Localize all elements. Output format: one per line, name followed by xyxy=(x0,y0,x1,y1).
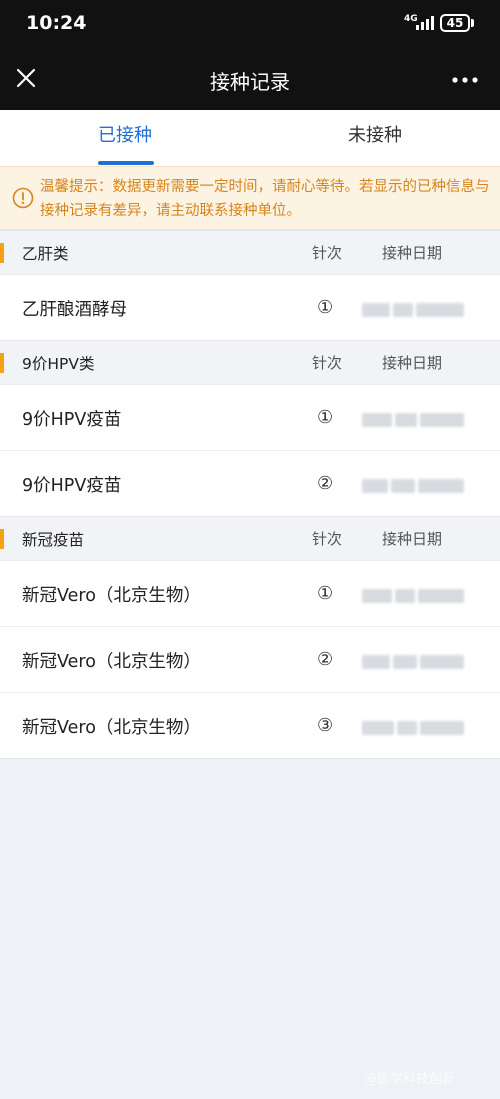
dose-number: ③ xyxy=(317,715,334,736)
column-dose-label: 针次 xyxy=(312,354,343,372)
nav-bar: 接种记录 xyxy=(0,50,500,110)
signal-icon xyxy=(416,16,436,30)
list-item[interactable]: 9价HPV疫苗 ② xyxy=(0,450,500,516)
column-dose-label: 针次 xyxy=(312,530,343,548)
battery-level: 45 xyxy=(446,16,464,30)
list-item[interactable]: 新冠Vero（北京生物） ③ xyxy=(0,692,500,758)
section-header-covid: 新冠疫苗 针次 接种日期 xyxy=(0,516,500,560)
section-marker xyxy=(0,529,4,549)
battery-icon: 45 xyxy=(440,14,470,32)
column-date-label: 接种日期 xyxy=(382,530,443,548)
section-marker xyxy=(0,353,4,373)
vaccine-name: 9价HPV疫苗 xyxy=(22,476,122,496)
column-date-label: 接种日期 xyxy=(382,244,443,262)
dose-number: ① xyxy=(317,583,334,604)
list-item[interactable]: 乙肝酿酒酵母 ① xyxy=(0,274,500,340)
section-marker xyxy=(0,243,4,263)
notice-banner: 温馨提示：数据更新需要一定时间，请耐心等待。若显示的已种信息与接种记录有差异，请… xyxy=(0,166,500,230)
watermark: @医学科技创新 xyxy=(364,1072,456,1087)
redacted-date xyxy=(362,655,464,669)
dose-number: ① xyxy=(317,297,334,318)
battery-tip xyxy=(471,19,474,27)
tab-not-vaccinated[interactable]: 未接种 xyxy=(250,110,500,166)
redacted-date xyxy=(362,303,464,317)
status-bar: 10:24 4G 45 xyxy=(0,0,500,50)
active-tab-indicator xyxy=(98,161,154,165)
redacted-date xyxy=(362,589,464,603)
section-title: 新冠疫苗 xyxy=(22,531,85,549)
column-dose-label: 针次 xyxy=(312,244,343,262)
redacted-date xyxy=(362,479,464,493)
tab-vaccinated[interactable]: 已接种 xyxy=(0,110,250,166)
dose-number: ① xyxy=(317,407,334,428)
vaccination-list: 乙肝类 针次 接种日期 乙肝酿酒酵母 ① 9价HPV类 针次 接种日期 9价HP… xyxy=(0,230,500,759)
vaccine-name: 新冠Vero（北京生物） xyxy=(22,586,201,606)
dose-number: ② xyxy=(317,649,334,670)
warning-circle-icon xyxy=(12,187,34,209)
vaccine-name: 乙肝酿酒酵母 xyxy=(22,300,127,320)
vaccine-name: 新冠Vero（北京生物） xyxy=(22,652,201,672)
section-title: 9价HPV类 xyxy=(22,355,95,373)
top-bar: 10:24 4G 45 接种记录 xyxy=(0,0,500,110)
vaccine-name: 9价HPV疫苗 xyxy=(22,410,122,430)
tab-bar: 已接种 未接种 xyxy=(0,110,500,166)
section-header-hepatitis-b: 乙肝类 针次 接种日期 xyxy=(0,230,500,274)
list-item[interactable]: 新冠Vero（北京生物） ① xyxy=(0,560,500,626)
status-time: 10:24 xyxy=(26,12,87,34)
redacted-date xyxy=(362,721,464,735)
column-date-label: 接种日期 xyxy=(382,354,443,372)
vaccine-name: 新冠Vero（北京生物） xyxy=(22,718,201,738)
section-title: 乙肝类 xyxy=(22,245,69,263)
list-item[interactable]: 9价HPV疫苗 ① xyxy=(0,384,500,450)
redacted-date xyxy=(362,413,464,427)
section-header-hpv: 9价HPV类 针次 接种日期 xyxy=(0,340,500,384)
list-item[interactable]: 新冠Vero（北京生物） ② xyxy=(0,626,500,692)
dose-number: ② xyxy=(317,473,334,494)
more-options-icon[interactable] xyxy=(450,64,480,92)
notice-text: 温馨提示：数据更新需要一定时间，请耐心等待。若显示的已种信息与接种记录有差异，请… xyxy=(40,179,490,219)
page-title: 接种记录 xyxy=(210,70,290,94)
